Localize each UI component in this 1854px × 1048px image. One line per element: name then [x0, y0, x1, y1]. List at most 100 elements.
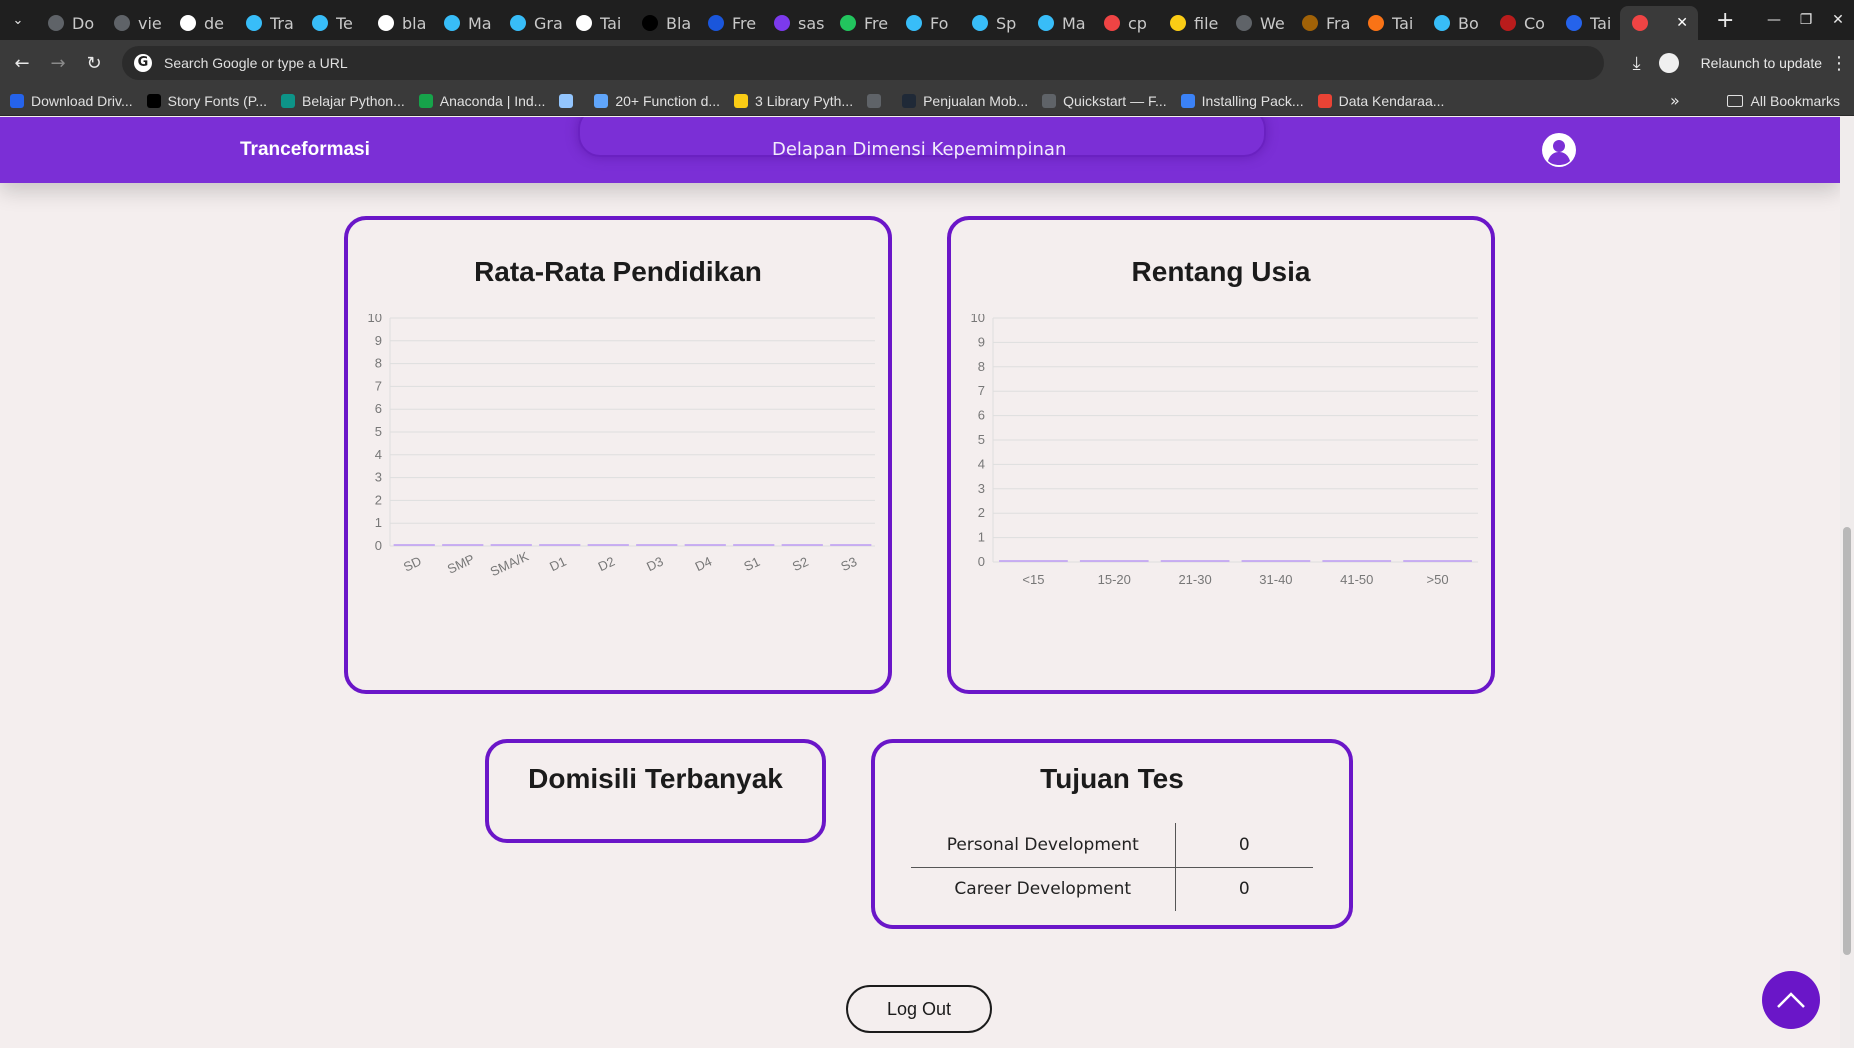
- y-tick-label: 1: [375, 515, 382, 530]
- y-tick-label: 0: [375, 538, 382, 553]
- tailwind-icon: [312, 15, 328, 31]
- menu-kebab-icon[interactable]: ⋮: [1830, 53, 1848, 74]
- laravel-icon: [1632, 15, 1648, 31]
- tab-title: Tai: [1392, 13, 1414, 33]
- browser-tab[interactable]: Fre: [696, 6, 762, 40]
- all-bookmarks-button[interactable]: All Bookmarks: [1726, 93, 1840, 109]
- logout-button[interactable]: Log Out: [846, 985, 992, 1033]
- bookmark-list: Download Driv... Story Fonts (P... Belajar…: [10, 93, 1458, 109]
- tailwind-icon: [444, 15, 460, 31]
- profile-avatar[interactable]: [1658, 53, 1679, 73]
- browser-tab[interactable]: Te: [300, 6, 366, 40]
- bookmark-label: Belajar Python...: [302, 92, 405, 109]
- scroll-to-top-button[interactable]: [1762, 971, 1820, 1029]
- scrollbar-thumb[interactable]: [1843, 527, 1851, 955]
- browser-tab[interactable]: Bo: [1422, 6, 1488, 40]
- x-tick-label: 41-50: [1340, 572, 1373, 587]
- reload-icon[interactable]: ↻: [76, 53, 112, 74]
- x-tick-label: SD: [401, 553, 424, 574]
- browser-tab[interactable]: ✕: [1620, 6, 1698, 40]
- y-tick-label: 10: [971, 314, 985, 325]
- bookmark-item[interactable]: 3 Library Pyth...: [734, 93, 853, 109]
- tujuan-card: Tujuan Tes Personal Development 0 Career…: [871, 739, 1353, 929]
- browser-tab[interactable]: bla: [366, 6, 432, 40]
- relaunch-button[interactable]: Relaunch to update: [1701, 55, 1822, 71]
- bookmark-item[interactable]: Belajar Python...: [281, 93, 405, 109]
- address-bar[interactable]: G Search Google or type a URL: [122, 46, 1604, 80]
- bookmark-label: Story Fonts (P...: [167, 92, 268, 109]
- browser-tab[interactable]: Tai: [564, 6, 630, 40]
- tujuan-value: 0: [1175, 823, 1313, 868]
- bookmark-item[interactable]: Penjualan Mob...: [902, 93, 1028, 109]
- browser-tab[interactable]: We: [1224, 6, 1290, 40]
- browser-tab[interactable]: file: [1158, 6, 1224, 40]
- browser-tab[interactable]: Tai: [1554, 6, 1620, 40]
- domisili-card: Domisili Terbanyak: [485, 739, 826, 843]
- back-icon[interactable]: ←: [4, 53, 40, 74]
- browser-tab[interactable]: Gra: [498, 6, 564, 40]
- browser-tab[interactable]: Fo: [894, 6, 960, 40]
- browser-tab[interactable]: de: [168, 6, 234, 40]
- browser-tab[interactable]: Bla: [630, 6, 696, 40]
- browser-tab[interactable]: Sp: [960, 6, 1026, 40]
- github-icon: [642, 15, 658, 31]
- browser-tab[interactable]: Do: [36, 6, 102, 40]
- y-tick-label: 9: [978, 334, 985, 349]
- browser-tab[interactable]: vie: [102, 6, 168, 40]
- tab-title: sas: [798, 13, 825, 33]
- browser-tab[interactable]: Ma: [1026, 6, 1092, 40]
- table-row: Personal Development 0: [911, 823, 1313, 868]
- browser-tab[interactable]: Tra: [234, 6, 300, 40]
- browser-tab[interactable]: sas: [762, 6, 828, 40]
- forward-icon[interactable]: →: [40, 53, 76, 74]
- globe-icon: [1236, 15, 1252, 31]
- coin-icon: [1500, 15, 1516, 31]
- bar: [1079, 560, 1149, 562]
- x-tick-label: S2: [790, 554, 811, 574]
- bar: [733, 544, 775, 546]
- bookmark-item[interactable]: 20+ Function d...: [594, 93, 720, 109]
- tab-title: Ma: [468, 13, 492, 33]
- bookmark-item[interactable]: [867, 93, 888, 108]
- tujuan-value: 0: [1238, 879, 1250, 900]
- tab-title: Sp: [996, 13, 1017, 33]
- bookmark-item[interactable]: Story Fonts (P...: [146, 92, 268, 109]
- bookmark-item[interactable]: Data Kendaraa...: [1317, 93, 1444, 109]
- y-tick-label: 0: [978, 554, 985, 569]
- tab-search-icon[interactable]: ⌄: [0, 0, 36, 40]
- x-tick-label: 15-20: [1098, 572, 1131, 587]
- tailwind-icon: [972, 15, 988, 31]
- bookmark-item[interactable]: Download Driv...: [10, 93, 133, 109]
- browser-tab[interactable]: Tai: [1356, 6, 1422, 40]
- download-icon[interactable]: ⤓: [1633, 53, 1641, 74]
- browser-tab[interactable]: cp: [1092, 6, 1158, 40]
- browser-tab[interactable]: Ma: [432, 6, 498, 40]
- user-account-icon[interactable]: [1541, 132, 1577, 168]
- browser-tab[interactable]: Co: [1488, 6, 1554, 40]
- y-tick-label: 4: [978, 456, 985, 471]
- nav-link-delapan-dimensi[interactable]: Delapan Dimensi Kepemimpinan: [772, 139, 1066, 160]
- restore-icon[interactable]: ❐: [1790, 12, 1822, 28]
- bookmark-favicon-icon: [1317, 93, 1332, 108]
- usia-card: Rentang Usia 0 1 2 3 4 5 6 7 8 9 10 <15 15-20 21-30 31…: [947, 216, 1495, 694]
- bookmark-item[interactable]: [559, 93, 580, 108]
- shield-icon: [1170, 15, 1186, 31]
- tailwind-icon: [510, 15, 526, 31]
- tujuan-label: Personal Development: [911, 823, 1176, 868]
- browser-tab[interactable]: Fra: [1290, 6, 1356, 40]
- close-window-icon[interactable]: ✕: [1822, 12, 1854, 28]
- close-tab-icon[interactable]: ✕: [1676, 15, 1688, 31]
- bookmark-item[interactable]: Anaconda | Ind...: [418, 93, 545, 109]
- page-scrollbar[interactable]: [1840, 117, 1854, 1048]
- sass-icon: [774, 15, 790, 31]
- site-brand[interactable]: Tranceformasi: [240, 139, 370, 161]
- bookmark-favicon-icon: [418, 93, 433, 108]
- new-tab-button[interactable]: +: [1716, 8, 1734, 33]
- bookmark-item[interactable]: Quickstart — F...: [1042, 93, 1167, 109]
- bookmark-item[interactable]: Installing Pack...: [1180, 93, 1304, 109]
- bookmarks-overflow-icon[interactable]: »: [1670, 91, 1680, 110]
- usia-chart: 0 1 2 3 4 5 6 7 8 9 10 <15 15-20 21-30 31-40 41-50 >50: [971, 314, 1478, 587]
- folder-icon: [1726, 94, 1743, 107]
- browser-tab[interactable]: Fre: [828, 6, 894, 40]
- minimize-icon[interactable]: —: [1758, 12, 1790, 28]
